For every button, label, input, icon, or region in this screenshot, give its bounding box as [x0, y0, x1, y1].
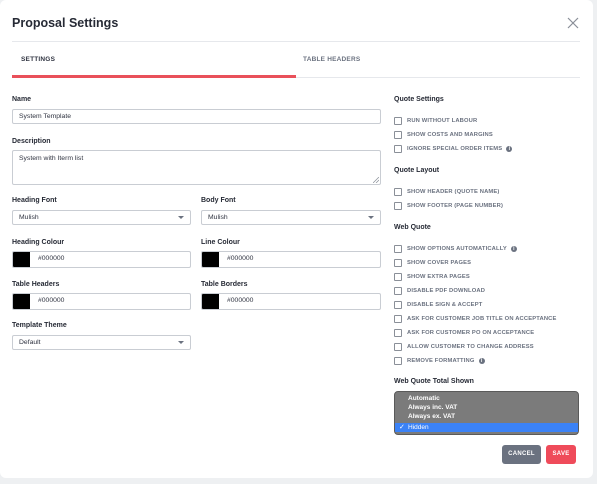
info-icon[interactable]: i	[506, 145, 513, 152]
close-icon[interactable]	[566, 16, 580, 30]
checkbox-label: DISABLE PDF DOWNLOAD	[407, 287, 486, 294]
line-colour-picker[interactable]: #000000	[201, 251, 381, 268]
checkbox-label: SHOW HEADER (QUOTE NAME)	[407, 188, 500, 195]
body-font-value: Mulish	[208, 214, 228, 221]
heading-font-value: Mulish	[19, 214, 39, 221]
line-colour-value: #000000	[227, 255, 254, 262]
option-always-ex-vat[interactable]: Always ex. VAT	[395, 412, 578, 421]
checkbox[interactable]	[394, 272, 402, 281]
checkbox[interactable]	[394, 342, 402, 351]
checkbox[interactable]	[394, 201, 402, 210]
checkbox-run-without-labour[interactable]: RUN WITHOUT LABOUR	[394, 116, 477, 125]
modal-title: Proposal Settings	[12, 16, 119, 30]
description-value: System with Iterm list	[19, 155, 84, 162]
tab-table-headers[interactable]: TABLE HEADERS	[303, 56, 360, 63]
checkbox[interactable]	[394, 187, 402, 196]
checkbox-label: SHOW OPTIONS AUTOMATICALLY	[407, 245, 507, 252]
cancel-button[interactable]: CANCEL	[502, 445, 541, 464]
option-hidden[interactable]: ✓ Hidden	[395, 423, 578, 432]
checkbox-show-costs-and-margins[interactable]: SHOW COSTS AND MARGINS	[394, 130, 493, 139]
web-quote-total-listbox[interactable]: Automatic Always inc. VAT Always ex. VAT…	[394, 391, 579, 435]
line-colour-label: Line Colour	[201, 239, 240, 246]
heading-font-label: Heading Font	[12, 197, 57, 204]
checkbox-ignore-special-order-items[interactable]: IGNORE SPECIAL ORDER ITEMS i	[394, 144, 513, 153]
option-automatic[interactable]: Automatic	[395, 394, 578, 403]
heading-font-select[interactable]: Mulish	[12, 210, 191, 225]
quote-settings-title: Quote Settings	[394, 96, 444, 103]
checkbox-show-cover-pages[interactable]: SHOW COVER PAGES	[394, 258, 471, 267]
option-hidden-label: Hidden	[408, 424, 429, 431]
checkbox[interactable]	[394, 244, 402, 253]
checkbox-show-header[interactable]: SHOW HEADER (QUOTE NAME)	[394, 187, 499, 196]
header-divider	[12, 41, 580, 42]
info-icon[interactable]: i	[478, 357, 485, 364]
checkbox[interactable]	[394, 328, 402, 337]
heading-colour-value: #000000	[38, 255, 65, 262]
checkbox[interactable]	[394, 130, 402, 139]
checkbox[interactable]	[394, 116, 402, 125]
web-quote-total-title: Web Quote Total Shown	[394, 378, 474, 385]
heading-colour-picker[interactable]: #000000	[12, 251, 191, 268]
checkbox-label: SHOW EXTRA PAGES	[407, 273, 470, 280]
checkbox-label: DISABLE SIGN & ACCEPT	[407, 301, 483, 308]
checkbox-disable-pdf-download[interactable]: DISABLE PDF DOWNLOAD	[394, 286, 485, 295]
checkbox-remove-formatting[interactable]: REMOVE FORMATTING i	[394, 356, 485, 365]
table-borders-value: #000000	[227, 297, 254, 304]
table-headers-colour-picker[interactable]: #000000	[12, 293, 191, 310]
checkbox-label: IGNORE SPECIAL ORDER ITEMS	[407, 145, 503, 152]
option-always-inc-vat[interactable]: Always inc. VAT	[395, 403, 578, 412]
save-button[interactable]: SAVE	[546, 445, 576, 464]
checkbox-label: RUN WITHOUT LABOUR	[407, 117, 478, 124]
checkbox-ask-po[interactable]: ASK FOR CUSTOMER PO ON ACCEPTANCE	[394, 328, 534, 337]
checkbox[interactable]	[394, 144, 402, 153]
description-textarea[interactable]: System with Iterm list	[12, 150, 381, 185]
active-tab-indicator	[12, 75, 296, 78]
color-swatch	[13, 252, 30, 267]
checkbox-show-options-automatically[interactable]: SHOW OPTIONS AUTOMATICALLY i	[394, 244, 517, 253]
tab-settings[interactable]: SETTINGS	[21, 56, 55, 63]
checkbox-ask-job-title[interactable]: ASK FOR CUSTOMER JOB TITLE ON ACCEPTANCE	[394, 314, 557, 323]
checkbox-show-footer[interactable]: SHOW FOOTER (PAGE NUMBER)	[394, 201, 503, 210]
checkbox-label: ASK FOR CUSTOMER JOB TITLE ON ACCEPTANCE	[407, 315, 557, 322]
checkbox-label: ALLOW CUSTOMER TO CHANGE ADDRESS	[407, 343, 534, 350]
quote-layout-title: Quote Layout	[394, 167, 440, 174]
checkbox[interactable]	[394, 356, 402, 365]
checkmark-icon: ✓	[399, 424, 405, 431]
template-theme-value: Default	[19, 339, 41, 346]
chevron-down-icon	[178, 216, 184, 219]
proposal-settings-modal: Proposal Settings SETTINGS TABLE HEADERS…	[0, 0, 593, 478]
table-headers-value: #000000	[38, 297, 65, 304]
checkbox-label: SHOW FOOTER (PAGE NUMBER)	[407, 202, 504, 209]
name-label: Name	[12, 96, 32, 103]
checkbox-label: SHOW COVER PAGES	[407, 259, 472, 266]
template-theme-label: Template Theme	[12, 322, 67, 329]
checkbox-disable-sign-accept[interactable]: DISABLE SIGN & ACCEPT	[394, 300, 482, 309]
checkbox[interactable]	[394, 286, 402, 295]
checkbox-label: REMOVE FORMATTING	[407, 357, 475, 364]
body-font-select[interactable]: Mulish	[201, 210, 381, 225]
color-swatch	[202, 252, 219, 267]
info-icon[interactable]: i	[510, 245, 517, 252]
web-quote-title: Web Quote	[394, 224, 431, 231]
checkbox-label: ASK FOR CUSTOMER PO ON ACCEPTANCE	[407, 329, 535, 336]
checkbox[interactable]	[394, 314, 402, 323]
name-input[interactable]: System Template	[12, 109, 381, 124]
template-theme-select[interactable]: Default	[12, 335, 191, 350]
checkbox-allow-change-address[interactable]: ALLOW CUSTOMER TO CHANGE ADDRESS	[394, 342, 534, 351]
body-font-label: Body Font	[201, 197, 236, 204]
chevron-down-icon	[178, 341, 184, 344]
description-label: Description	[12, 138, 51, 145]
table-borders-label: Table Borders	[201, 281, 248, 288]
chevron-down-icon	[368, 216, 374, 219]
checkbox-label: SHOW COSTS AND MARGINS	[407, 131, 493, 138]
color-swatch	[13, 294, 30, 309]
resize-handle-icon[interactable]	[373, 177, 379, 183]
checkbox[interactable]	[394, 300, 402, 309]
checkbox-show-extra-pages[interactable]: SHOW EXTRA PAGES	[394, 272, 470, 281]
heading-colour-label: Heading Colour	[12, 239, 65, 246]
table-headers-label: Table Headers	[12, 281, 60, 288]
color-swatch	[202, 294, 219, 309]
checkbox[interactable]	[394, 258, 402, 267]
table-borders-colour-picker[interactable]: #000000	[201, 293, 381, 310]
